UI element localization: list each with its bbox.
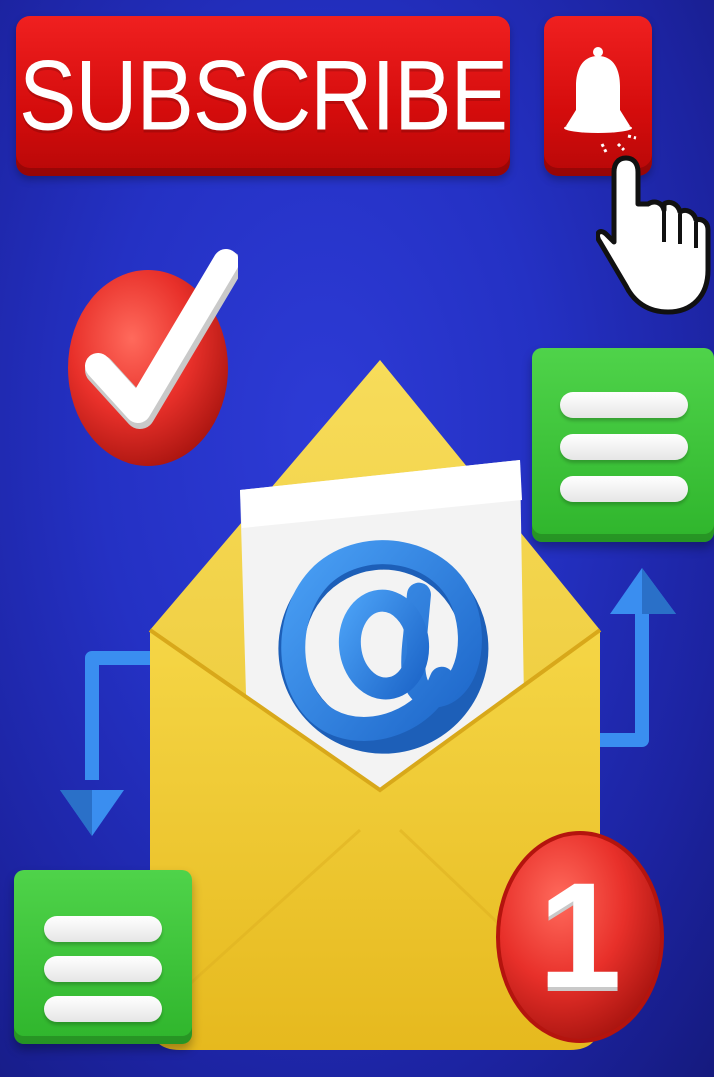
notification-count: 1 [538, 851, 622, 1019]
list-line [44, 956, 162, 982]
subscribe-button[interactable]: SUBSCRIBE [16, 16, 510, 176]
list-card-bottom [14, 870, 192, 1044]
notification-count-badge: 1 [496, 830, 664, 1044]
arrow-up-icon [596, 568, 676, 747]
list-line [44, 916, 162, 942]
hand-pointer-icon [596, 155, 711, 315]
subscribe-label: SUBSCRIBE [18, 40, 508, 151]
list-line [44, 996, 162, 1022]
